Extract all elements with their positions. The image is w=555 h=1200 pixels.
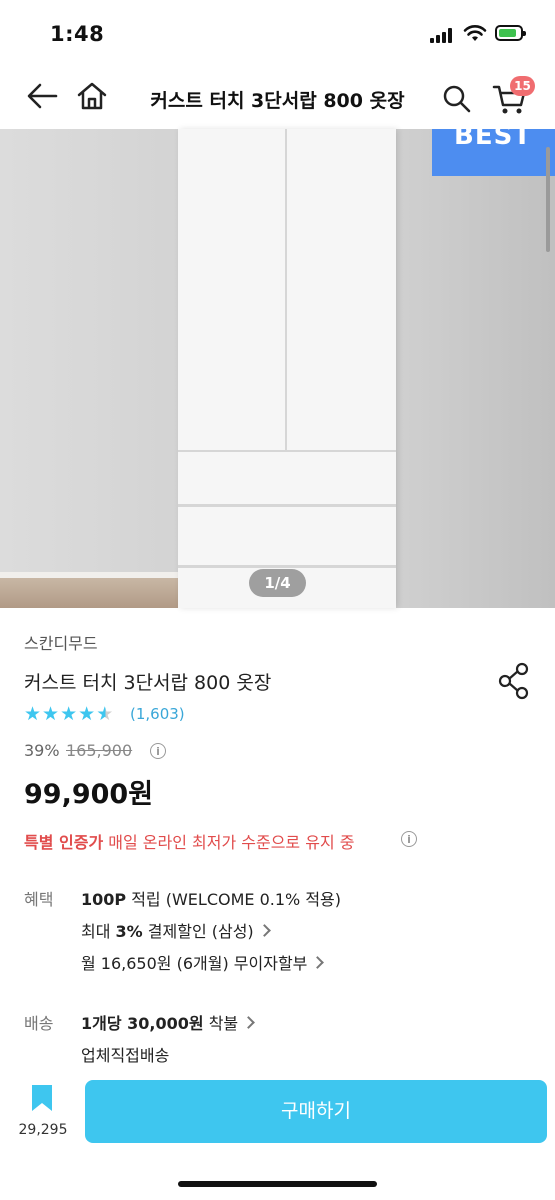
cert-info-icon[interactable]: i <box>401 831 417 847</box>
product-name: 커스트 터치 3단서랍 800 옷장 <box>24 672 272 694</box>
certification-notice: 특별 인증가 매일 온라인 최저가 수준으로 유지 중 <box>24 829 355 853</box>
search-icon[interactable] <box>442 84 472 118</box>
rating-stars[interactable]: ★ ★ ★ ★ ★ <box>24 704 113 724</box>
bookmark-count: 29,295 <box>18 1122 68 1138</box>
wall-panel <box>396 129 555 608</box>
discount-rate: 39% <box>24 741 60 760</box>
card-discount-benefit[interactable]: 최대 3% 결제할인 (삼성) <box>81 918 271 942</box>
star-icon: ★ <box>60 703 78 725</box>
shipping-label: 배송 <box>24 1014 54 1033</box>
info-icon[interactable]: i <box>150 743 166 759</box>
bookmark-icon[interactable] <box>30 1083 54 1117</box>
installment-benefit[interactable]: 월 16,650원 (6개월) 무이자할부 <box>81 950 325 974</box>
cart-count-badge: 15 <box>510 76 535 96</box>
battery-icon <box>495 25 526 41</box>
gallery-scrollbar <box>546 147 550 252</box>
wifi-icon <box>463 24 487 46</box>
chevron-right-icon <box>311 956 325 969</box>
signal-icon <box>430 27 456 43</box>
half-star-icon: ★ <box>96 703 114 725</box>
chevron-right-icon <box>257 924 271 937</box>
review-count[interactable]: (1,603) <box>130 705 185 723</box>
share-icon[interactable] <box>497 662 531 704</box>
sale-price: 99,900원 <box>24 779 154 810</box>
star-icon: ★ <box>42 703 60 725</box>
wardrobe-illustration <box>178 129 396 608</box>
chevron-right-icon <box>242 1016 256 1029</box>
cert-highlight: 특별 인증가 <box>24 833 104 852</box>
buy-button[interactable]: 구매하기 <box>85 1080 547 1143</box>
original-price: 165,900 <box>66 741 133 760</box>
points-benefit: 100P 적립 (WELCOME 0.1% 적용) <box>81 890 342 909</box>
cert-text: 매일 온라인 최저가 수준으로 유지 중 <box>103 833 355 852</box>
home-indicator <box>178 1181 377 1187</box>
brand-name[interactable]: 스칸디무드 <box>24 630 98 654</box>
best-badge: BEST <box>432 121 555 176</box>
star-icon: ★ <box>24 703 42 725</box>
status-time: 1:48 <box>50 22 105 46</box>
shipping-fee[interactable]: 1개당 30,000원 착불 <box>81 1010 256 1034</box>
benefits-label: 혜택 <box>24 890 54 909</box>
shipping-method: 업체직접배송 <box>81 1046 170 1065</box>
star-icon: ★ <box>78 703 96 725</box>
gallery-pager: 1/4 <box>249 569 306 597</box>
